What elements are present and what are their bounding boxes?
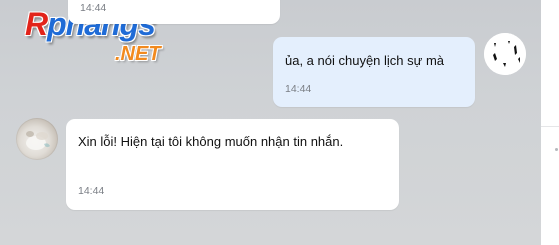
dot-icon	[555, 148, 558, 151]
logo-first-letter: R	[25, 6, 48, 42]
avatar-self[interactable]	[484, 33, 526, 75]
avatar-contact[interactable]	[16, 118, 58, 160]
message-bubble-received[interactable]: 14:44	[68, 0, 280, 24]
avatar-photo-icon	[26, 131, 50, 150]
side-panel-edge	[541, 0, 559, 245]
message-time: 14:44	[80, 2, 107, 14]
message-time: 14:44	[78, 185, 105, 197]
logo-domain: .NET	[115, 43, 161, 65]
message-time: 14:44	[285, 83, 312, 95]
message-bubble-received[interactable]: Xin lỗi! Hiện tại tôi không muốn nhận ti…	[66, 119, 399, 210]
message-text: Xin lỗi! Hiện tại tôi không muốn nhận ti…	[78, 134, 344, 149]
message-text: ủa, a nói chuyện lịch sự mà	[285, 53, 445, 68]
avatar-silhouette-icon	[484, 33, 526, 75]
divider	[541, 126, 559, 127]
message-bubble-sent[interactable]: ủa, a nói chuyện lịch sự mà 14:44	[273, 37, 475, 107]
